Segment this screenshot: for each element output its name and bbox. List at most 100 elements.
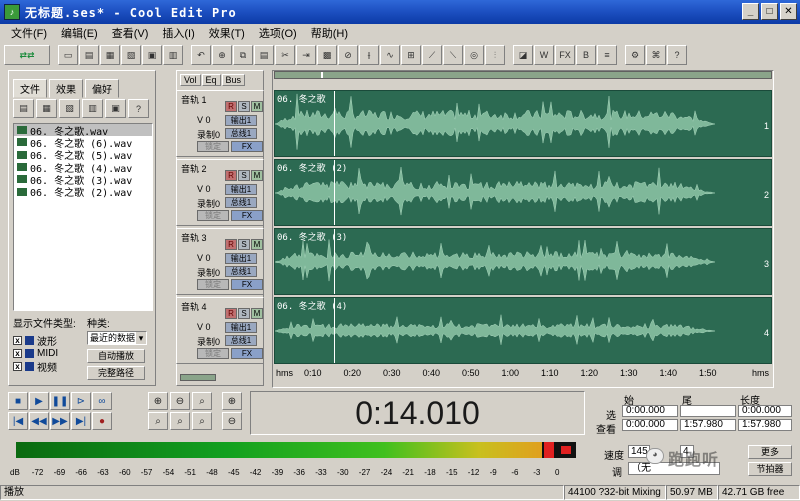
track-lane-4[interactable]: 06. 冬之歌 (4) 4	[274, 297, 772, 364]
menu-insert[interactable]: 插入(I)	[155, 25, 201, 41]
menu-file[interactable]: 文件(F)	[4, 25, 54, 41]
track-header-1[interactable]: 音轨 1 RSM V 0 输出1 录制0 总线1 锁定 FX	[176, 90, 264, 157]
track-header-2[interactable]: 音轨 2 RSM V 0 输出1 录制0 总线1 锁定 FX	[176, 159, 264, 226]
output-button[interactable]: 输出1	[225, 184, 257, 195]
waveform-checkbox[interactable]: x	[13, 335, 22, 345]
edit-file-icon[interactable]: ▥	[82, 99, 103, 118]
fx-button[interactable]: FX	[231, 279, 263, 290]
mute-button[interactable]: M	[251, 170, 263, 181]
tab-vol[interactable]: Vol	[180, 74, 201, 86]
close-file-icon[interactable]: ▧	[121, 45, 141, 65]
record-label[interactable]: 录制0	[197, 335, 223, 348]
tab-effects[interactable]: 效果	[49, 79, 83, 98]
envelope-icon[interactable]: ∿	[380, 45, 400, 65]
pause-button[interactable]: ❚❚	[50, 392, 70, 410]
volume-label[interactable]: V 0	[197, 115, 223, 126]
solo-button[interactable]: S	[238, 239, 250, 250]
zoom-selection-icon[interactable]: ⌕	[192, 412, 212, 430]
play-button[interactable]: ▶	[29, 392, 49, 410]
solo-button[interactable]: S	[238, 170, 250, 181]
track-scrollbar[interactable]	[176, 372, 264, 384]
selection-start-field[interactable]: 0:00.000	[622, 405, 678, 417]
zoom-in-icon[interactable]: ⊕	[148, 392, 168, 410]
open-folder-icon[interactable]: ▦	[100, 45, 120, 65]
file-list[interactable]: 06. 冬之歌.wav 06. 冬之歌 (6).wav 06. 冬之歌 (5).…	[13, 123, 153, 311]
split-icon[interactable]: ⫲	[359, 45, 379, 65]
mute-button[interactable]: M	[251, 308, 263, 319]
minimize-button[interactable]: _	[742, 3, 759, 20]
loop-icon[interactable]: ⊘	[338, 45, 358, 65]
full-path-button[interactable]: 完整路径	[87, 366, 145, 380]
undo-icon[interactable]: ↶	[191, 45, 211, 65]
menu-help[interactable]: 帮助(H)	[304, 25, 355, 41]
new-icon[interactable]: ▭	[58, 45, 78, 65]
volume-label[interactable]: V 0	[197, 184, 223, 195]
zoom-right-icon[interactable]: ⌕	[170, 412, 190, 430]
open-icon[interactable]: ▤	[79, 45, 99, 65]
tab-favorites[interactable]: 偏好	[85, 79, 119, 98]
import-icon[interactable]: ▦	[36, 99, 57, 118]
go-end-button[interactable]: ▶|	[71, 412, 91, 430]
volume-label[interactable]: V 0	[197, 322, 223, 333]
solo-button[interactable]: S	[238, 308, 250, 319]
midi-checkbox[interactable]: x	[13, 348, 22, 358]
wet-dry-icon[interactable]: W	[534, 45, 554, 65]
rewind-button[interactable]: ◀◀	[29, 412, 49, 430]
lock-button[interactable]: 锁定	[197, 279, 229, 290]
volume-env-icon[interactable]: ⟋	[422, 45, 442, 65]
solo-button[interactable]: S	[238, 101, 250, 112]
record-label[interactable]: 录制0	[197, 128, 223, 141]
lock-button[interactable]: 锁定	[197, 210, 229, 221]
mute-button[interactable]: M	[251, 239, 263, 250]
record-label[interactable]: 录制0	[197, 266, 223, 279]
zoom-in-vertical-icon[interactable]: ⊕	[222, 392, 242, 410]
view-start-field[interactable]: 0:00.000	[622, 419, 678, 431]
view-end-field[interactable]: 1:57.980	[680, 419, 736, 431]
output-button[interactable]: 输出1	[225, 322, 257, 333]
mute-button[interactable]: M	[251, 101, 263, 112]
play-to-end-button[interactable]: ⊳	[71, 392, 91, 410]
save-icon[interactable]: ▣	[142, 45, 162, 65]
scroll-thumb[interactable]	[180, 374, 216, 381]
record-arm-button[interactable]: R	[225, 239, 237, 250]
auto-play-button[interactable]: 自动播放	[87, 349, 145, 363]
record-arm-button[interactable]: R	[225, 170, 237, 181]
go-start-button[interactable]: |◀	[8, 412, 28, 430]
mode-toggle-button[interactable]: ⇄⇄	[4, 45, 50, 65]
kind-select[interactable]: 最近的数据 ▾	[87, 331, 147, 345]
metronome-button[interactable]: 节拍器	[748, 462, 792, 476]
tab-files[interactable]: 文件	[13, 79, 47, 98]
insert-icon[interactable]: ▣	[105, 99, 126, 118]
stop-button[interactable]: ■	[8, 392, 28, 410]
help-icon[interactable]: ?	[667, 45, 687, 65]
record-arm-button[interactable]: R	[225, 101, 237, 112]
maximize-button[interactable]: □	[761, 3, 778, 20]
fx-button[interactable]: FX	[231, 141, 263, 152]
track-lane-2[interactable]: 06. 冬之歌 (2) 2	[274, 159, 772, 226]
copy-icon[interactable]: ⧉	[233, 45, 253, 65]
group-icon[interactable]: ▩	[317, 45, 337, 65]
settings-icon[interactable]: ⚙	[625, 45, 645, 65]
output-button[interactable]: 输出1	[225, 115, 257, 126]
record-button[interactable]: ●	[92, 412, 112, 430]
time-ruler[interactable]: hms 0:10 0:20 0:30 0:40 0:50 1:00 1:10 1:20 1:30 1…	[274, 366, 772, 380]
close-icon[interactable]: ▧	[59, 99, 80, 118]
tab-eq[interactable]: Eq	[201, 74, 221, 86]
selection-length-field[interactable]: 0:00.000	[738, 405, 792, 417]
fx-button[interactable]: FX	[231, 210, 263, 221]
zoom-full-icon[interactable]: ⌕	[192, 392, 212, 410]
mix-paste-icon[interactable]: ◪	[513, 45, 533, 65]
fx-icon[interactable]: FX	[555, 45, 575, 65]
pan-env-icon[interactable]: ⟍	[443, 45, 463, 65]
record-arm-button[interactable]: R	[225, 308, 237, 319]
snap-icon[interactable]: ⊞	[401, 45, 421, 65]
bus-button[interactable]: 总线1	[225, 266, 257, 277]
lock-button[interactable]: 锁定	[197, 348, 229, 359]
list-item[interactable]: 06. 冬之歌 (2).wav	[14, 185, 152, 199]
app-icon[interactable]: ♪	[4, 4, 20, 20]
menu-options[interactable]: 选项(O)	[252, 25, 304, 41]
zoom-left-icon[interactable]: ⌕	[148, 412, 168, 430]
tab-bus[interactable]: Bus	[221, 74, 246, 86]
fx-button[interactable]: FX	[231, 348, 263, 359]
track-eq-icon[interactable]: ≡	[597, 45, 617, 65]
